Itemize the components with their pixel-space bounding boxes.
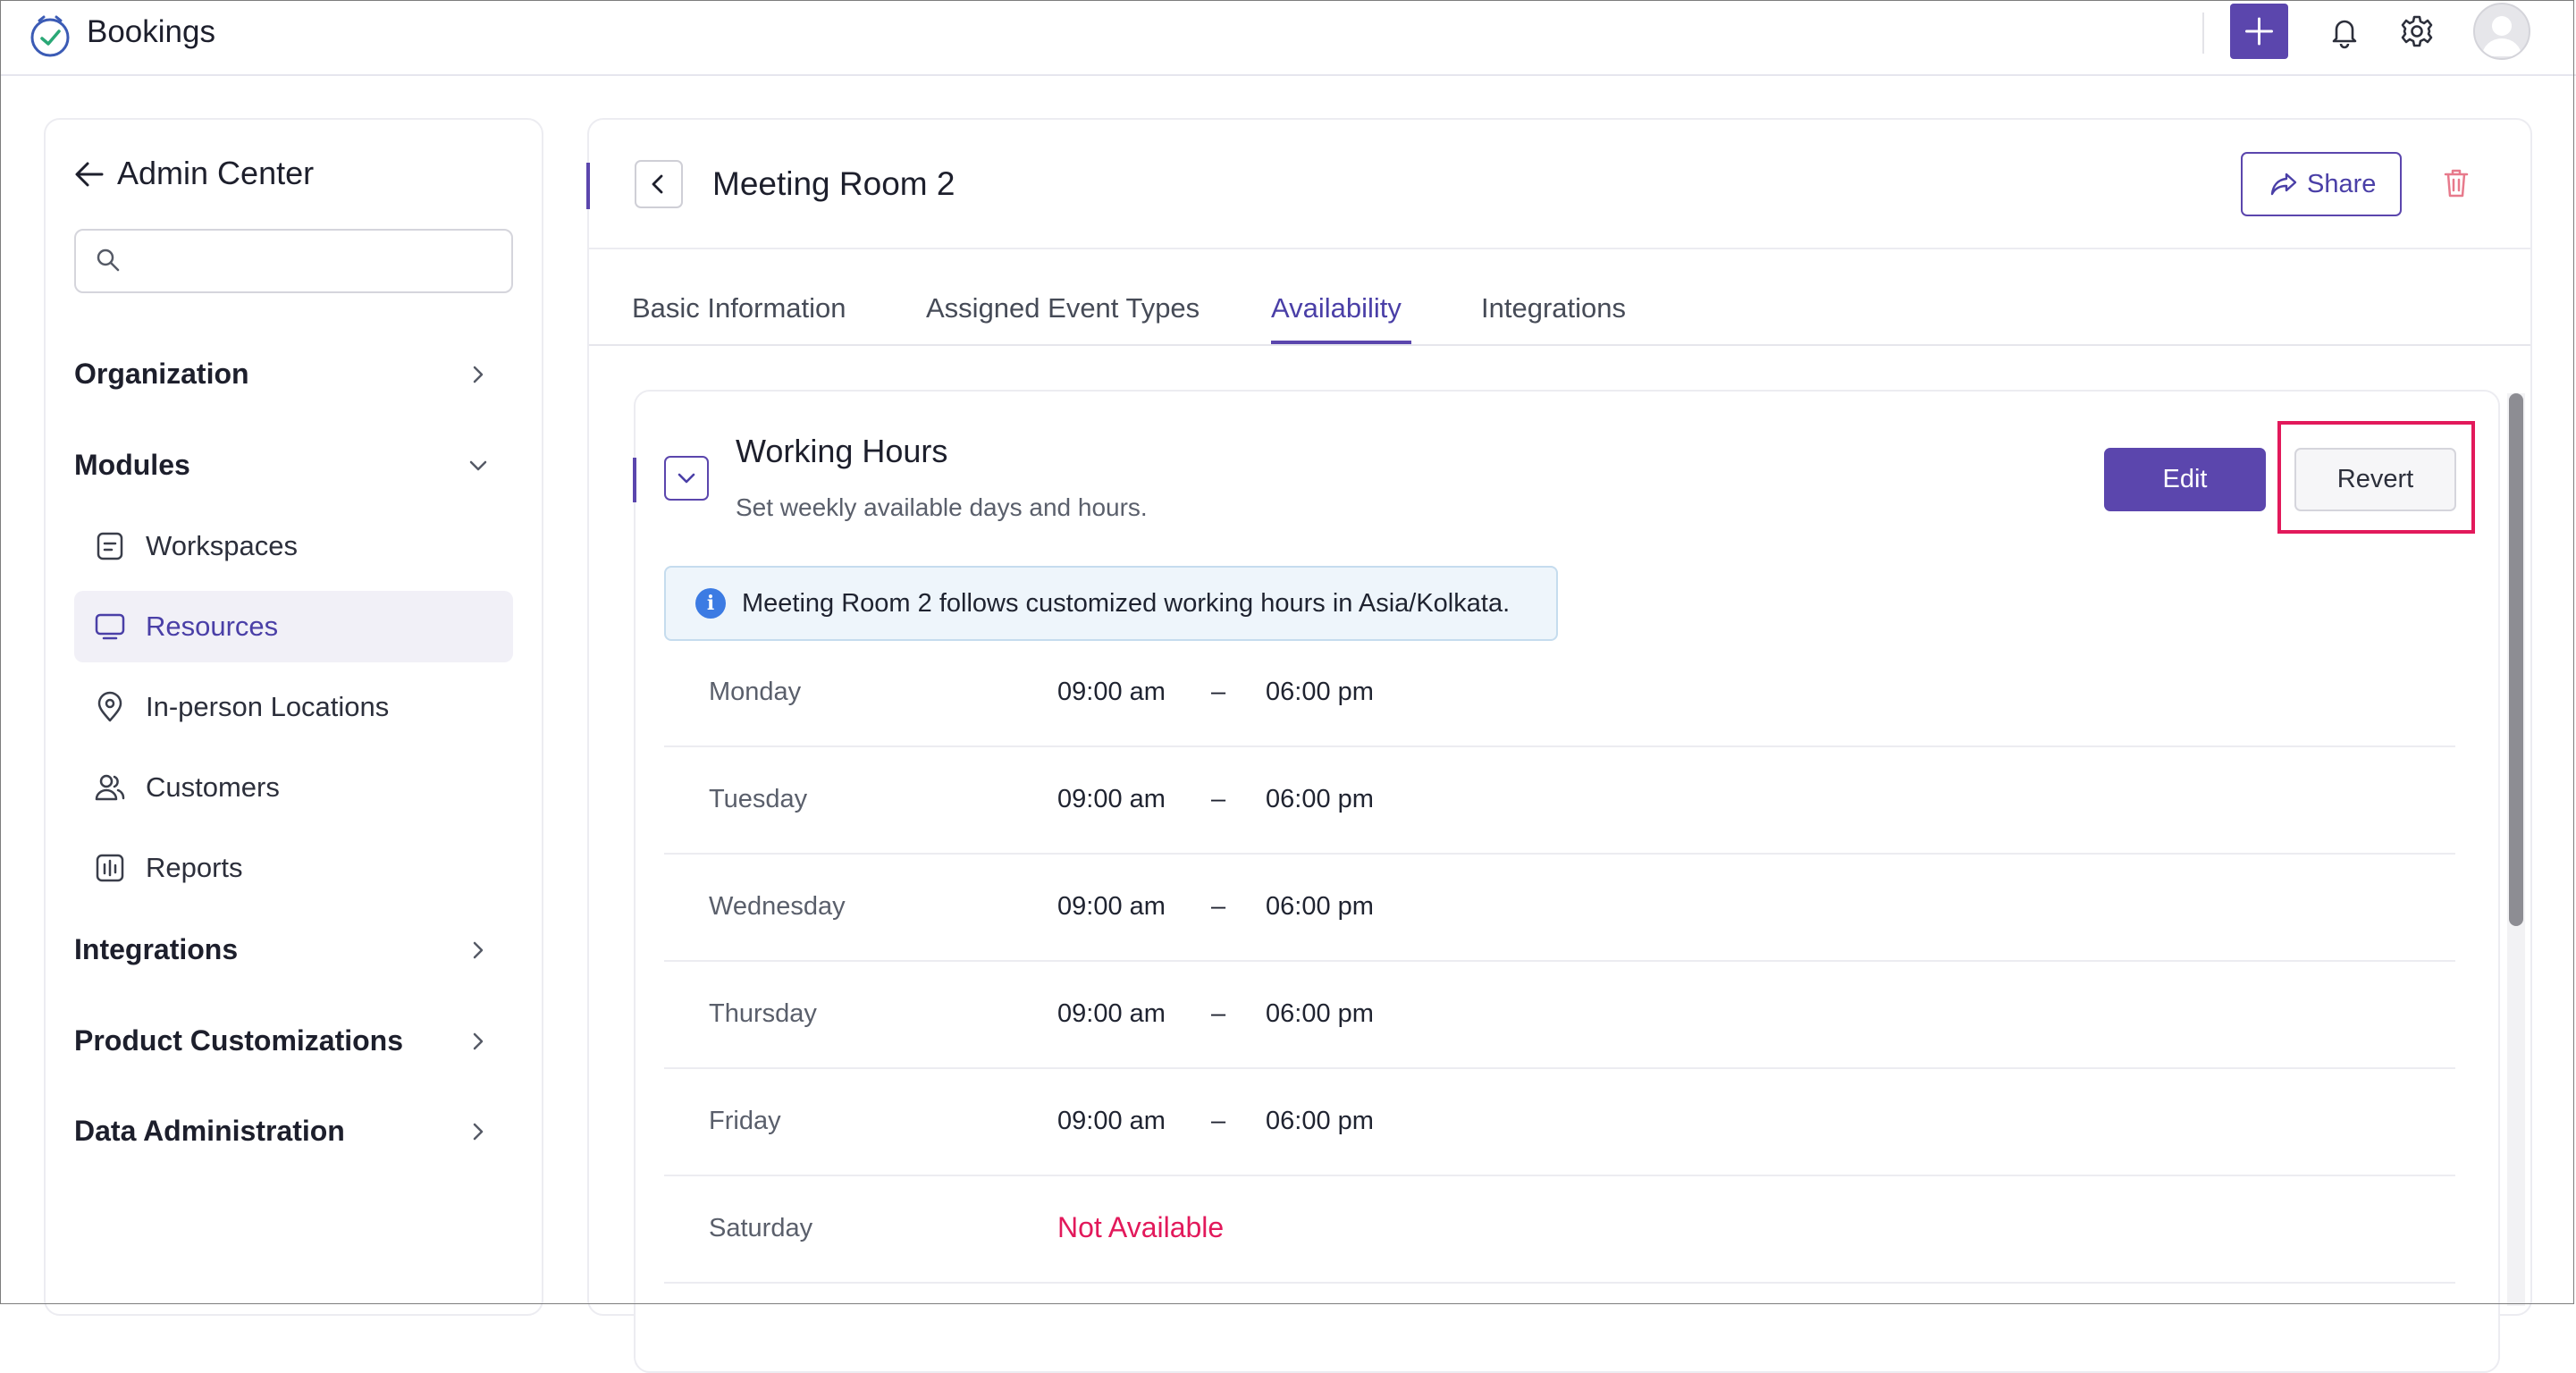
edit-button[interactable]: Edit: [2104, 448, 2266, 511]
sidebar-section-integrations[interactable]: Integrations: [74, 931, 238, 967]
collapse-toggle-button[interactable]: [664, 456, 709, 501]
schedule-row-friday: Friday 09:00 am – 06:00 pm: [664, 1069, 2455, 1176]
chevron-right-icon[interactable]: [465, 1118, 492, 1145]
users-icon: [95, 774, 125, 801]
info-icon: i: [695, 588, 726, 619]
sidebar-item-reports[interactable]: Reports: [74, 832, 513, 904]
search-icon: [97, 248, 120, 272]
reports-icon: [96, 854, 124, 882]
chevron-down-icon[interactable]: [465, 452, 492, 479]
trash-icon[interactable]: [2442, 167, 2471, 199]
chevron-right-icon[interactable]: [465, 361, 492, 388]
chevron-right-icon[interactable]: [465, 937, 492, 964]
end-time: 06:00 pm: [1266, 999, 1374, 1028]
card-accent-mark: [633, 458, 636, 502]
sidebar-item-label: Customers: [146, 771, 280, 803]
day-label: Monday: [709, 678, 802, 706]
day-label: Wednesday: [709, 892, 846, 921]
end-time: 06:00 pm: [1266, 892, 1374, 921]
sidebar-section-data-administration[interactable]: Data Administration: [74, 1113, 345, 1149]
header-divider: [589, 248, 2530, 249]
start-time: 09:00 am: [1057, 1107, 1166, 1135]
add-button[interactable]: [2230, 4, 2288, 59]
top-bar: [0, 0, 2576, 76]
tab-integrations[interactable]: Integrations: [1481, 291, 1626, 326]
share-button[interactable]: Share: [2241, 152, 2402, 216]
time-separator: –: [1211, 785, 1226, 813]
bell-icon[interactable]: [2327, 13, 2362, 49]
tab-basic-information[interactable]: Basic Information: [632, 291, 846, 326]
start-time: 09:00 am: [1057, 892, 1166, 921]
workspace-icon: [97, 532, 123, 560]
schedule-row-monday: Monday 09:00 am – 06:00 pm: [664, 640, 2455, 747]
time-separator: –: [1211, 892, 1226, 921]
start-time: 09:00 am: [1057, 785, 1166, 813]
user-avatar-icon: [2482, 16, 2521, 56]
search-input[interactable]: [74, 229, 513, 293]
user-avatar[interactable]: [2473, 3, 2530, 60]
day-label: Friday: [709, 1107, 781, 1135]
end-time: 06:00 pm: [1266, 678, 1374, 706]
chevron-right-icon[interactable]: [465, 1028, 492, 1055]
share-label: Share: [2307, 170, 2377, 198]
scrollbar-thumb[interactable]: [2509, 393, 2523, 926]
sidebar-section-modules[interactable]: Modules: [74, 447, 190, 483]
page-title: Meeting Room 2: [712, 165, 955, 202]
sidebar-item-label: Resources: [146, 611, 279, 642]
schedule-row-thursday: Thursday 09:00 am – 06:00 pm: [664, 962, 2455, 1069]
sidebar-item-label: Workspaces: [146, 530, 298, 561]
not-available-status: Not Available: [1057, 1211, 1225, 1243]
tab-availability[interactable]: Availability: [1271, 291, 1402, 326]
working-hours-title: Working Hours: [736, 433, 948, 469]
tab-assigned-event-types[interactable]: Assigned Event Types: [926, 291, 1200, 326]
sidebar-item-workspaces[interactable]: Workspaces: [74, 510, 513, 582]
time-separator: –: [1211, 1107, 1226, 1135]
arrow-left-icon[interactable]: [73, 158, 105, 190]
app-name: Bookings: [87, 14, 215, 49]
chevron-down-icon: [678, 473, 695, 484]
day-label: Tuesday: [709, 785, 808, 813]
revert-highlight-box: [2277, 421, 2475, 534]
day-label: Saturday: [709, 1214, 813, 1242]
header-accent-mark: [586, 163, 590, 209]
share-icon: [2270, 173, 2297, 196]
sidebar-item-label: In-person Locations: [146, 691, 390, 722]
gear-icon[interactable]: [2398, 13, 2436, 50]
time-separator: –: [1211, 678, 1226, 706]
plus-icon: [2245, 17, 2273, 46]
back-button[interactable]: [635, 160, 683, 208]
end-time: 06:00 pm: [1266, 785, 1374, 813]
schedule-row-wednesday: Wednesday 09:00 am – 06:00 pm: [664, 855, 2455, 962]
info-banner: i Meeting Room 2 follows customized work…: [664, 566, 1558, 641]
schedule-row-tuesday: Tuesday 09:00 am – 06:00 pm: [664, 747, 2455, 855]
monitor-icon: [95, 613, 125, 640]
schedule-row-saturday: Saturday Not Available: [664, 1176, 2455, 1284]
calendar-check-icon[interactable]: [27, 13, 73, 59]
sidebar-item-in-person-locations[interactable]: In-person Locations: [74, 671, 513, 743]
time-separator: –: [1211, 999, 1226, 1028]
sidebar-section-organization[interactable]: Organization: [74, 356, 249, 392]
sidebar-item-label: Reports: [146, 852, 243, 883]
start-time: 09:00 am: [1057, 999, 1166, 1028]
info-text: Meeting Room 2 follows customized workin…: [742, 589, 1511, 618]
sidebar-title: Admin Center: [117, 155, 315, 191]
day-label: Thursday: [709, 999, 817, 1028]
sidebar-item-resources[interactable]: Resources: [74, 591, 513, 662]
sidebar-item-customers[interactable]: Customers: [74, 752, 513, 823]
end-time: 06:00 pm: [1266, 1107, 1374, 1135]
topbar-divider: [2202, 13, 2204, 54]
start-time: 09:00 am: [1057, 678, 1166, 706]
tabs-divider: [589, 344, 2530, 346]
location-pin-icon: [97, 691, 122, 722]
working-hours-subtitle: Set weekly available days and hours.: [736, 493, 1148, 521]
row-divider: [664, 1282, 2455, 1284]
sidebar-section-product-customizations[interactable]: Product Customizations: [74, 1023, 403, 1058]
chevron-left-icon: [652, 174, 663, 194]
